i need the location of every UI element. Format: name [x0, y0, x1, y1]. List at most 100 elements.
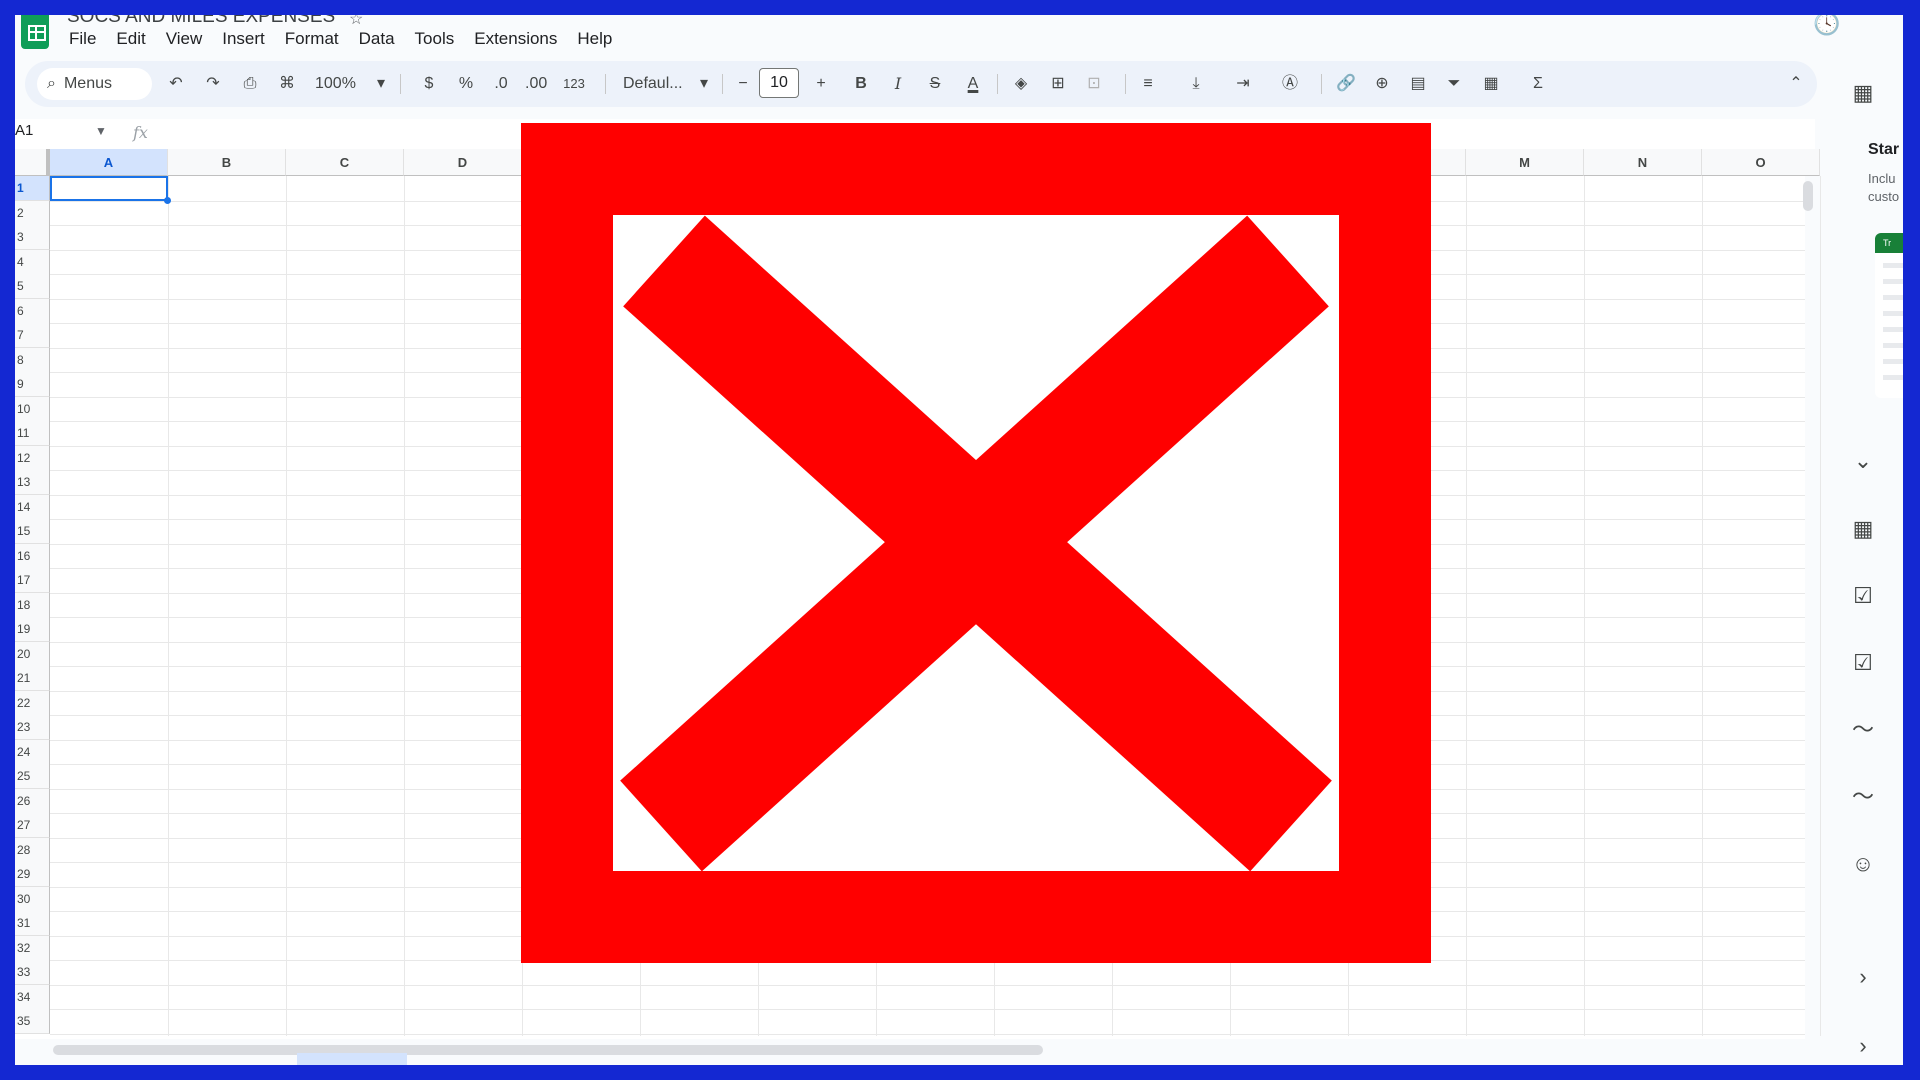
row-header-32[interactable]: 32: [15, 935, 50, 961]
checklist-icon[interactable]: ☑: [1849, 649, 1877, 677]
filter-icon[interactable]: ⏷: [1443, 71, 1465, 97]
row-header-19[interactable]: 19: [15, 617, 50, 642]
row-header-27[interactable]: 27: [15, 813, 50, 838]
menu-tools[interactable]: Tools: [405, 28, 465, 50]
row-header-23[interactable]: 23: [15, 715, 50, 740]
font-size-input[interactable]: 10: [759, 68, 799, 98]
vertical-scrollbar[interactable]: [1803, 181, 1813, 211]
menu-search[interactable]: ⌕ Menus: [37, 68, 152, 100]
row-header-16[interactable]: 16: [15, 543, 50, 569]
sheet-tab-indicator[interactable]: [297, 1053, 407, 1065]
trend-icon[interactable]: 〜: [1849, 783, 1877, 811]
document-title[interactable]: SOCS AND MILES EXPENSES: [67, 15, 335, 28]
row-header-3[interactable]: 3: [15, 225, 50, 250]
link-icon[interactable]: 🔗: [1335, 71, 1357, 97]
menu-edit[interactable]: Edit: [106, 28, 155, 50]
fill-color-icon[interactable]: ◈: [1010, 71, 1032, 97]
percent-button[interactable]: %: [455, 71, 477, 97]
undo-icon[interactable]: ↶: [165, 71, 187, 97]
menu-extensions[interactable]: Extensions: [464, 28, 567, 50]
font-select[interactable]: Defaul...: [623, 71, 683, 97]
row-header-7[interactable]: 7: [15, 323, 50, 348]
redo-icon[interactable]: ↷: [202, 71, 224, 97]
menu-data[interactable]: Data: [349, 28, 405, 50]
sheets-logo-icon[interactable]: [21, 15, 49, 49]
row-header-24[interactable]: 24: [15, 739, 50, 765]
increase-decimal-button[interactable]: .00: [525, 71, 547, 97]
menu-format[interactable]: Format: [275, 28, 349, 50]
zoom-select[interactable]: 100%: [315, 71, 356, 97]
align-left-icon[interactable]: ≡: [1137, 71, 1159, 97]
column-header-n[interactable]: N: [1584, 149, 1702, 176]
comment-add-icon[interactable]: ⊕: [1371, 71, 1393, 97]
row-header-12[interactable]: 12: [15, 445, 50, 471]
menu-view[interactable]: View: [156, 28, 213, 50]
column-header-b[interactable]: B: [168, 149, 286, 176]
horizontal-scrollbar[interactable]: [53, 1045, 1043, 1055]
row-header-29[interactable]: 29: [15, 862, 50, 887]
row-header-31[interactable]: 31: [15, 911, 50, 936]
menu-file[interactable]: File: [69, 28, 106, 50]
row-header-13[interactable]: 13: [15, 470, 50, 495]
select-all-corner[interactable]: [15, 149, 50, 176]
column-header-m[interactable]: M: [1466, 149, 1584, 176]
functions-button[interactable]: Σ: [1527, 71, 1549, 97]
history-icon[interactable]: 🕓: [1813, 15, 1841, 39]
column-header-a[interactable]: A: [50, 149, 168, 176]
chart-icon[interactable]: ▤: [1407, 71, 1429, 97]
row-header-21[interactable]: 21: [15, 666, 50, 691]
trend-icon[interactable]: 〜: [1849, 716, 1877, 744]
template-card[interactable]: Tr: [1875, 233, 1903, 398]
row-header-10[interactable]: 10: [15, 396, 50, 422]
star-icon[interactable]: ☆: [349, 15, 363, 29]
row-header-17[interactable]: 17: [15, 568, 50, 593]
strikethrough-button[interactable]: S: [924, 71, 946, 97]
selected-cell-a1[interactable]: [50, 176, 171, 204]
column-header-d[interactable]: D: [404, 149, 522, 176]
collapse-toolbar-icon[interactable]: ⌃: [1785, 71, 1807, 97]
menu-help[interactable]: Help: [567, 28, 622, 50]
decrease-decimal-button[interactable]: .0: [490, 71, 512, 97]
row-header-5[interactable]: 5: [15, 274, 50, 299]
row-header-25[interactable]: 25: [15, 764, 50, 789]
text-color-button[interactable]: A: [962, 71, 984, 97]
chevron-right-icon[interactable]: ›: [1849, 1032, 1877, 1060]
row-header-2[interactable]: 2: [15, 200, 50, 226]
chevron-right-icon[interactable]: ›: [1849, 963, 1877, 991]
italic-button[interactable]: I: [887, 71, 909, 97]
chevron-down-icon[interactable]: ▼: [95, 124, 107, 138]
row-header-8[interactable]: 8: [15, 347, 50, 373]
chevron-down-icon[interactable]: ▾: [370, 71, 392, 97]
person-icon[interactable]: ☺: [1849, 850, 1877, 878]
borders-icon[interactable]: ⊞: [1047, 71, 1069, 97]
row-header-26[interactable]: 26: [15, 788, 50, 814]
row-header-15[interactable]: 15: [15, 519, 50, 544]
row-header-4[interactable]: 4: [15, 249, 50, 275]
text-rotation-icon[interactable]: Ⓐ: [1279, 71, 1301, 97]
font-size-increase-button[interactable]: +: [810, 71, 832, 97]
row-header-22[interactable]: 22: [15, 690, 50, 716]
row-header-30[interactable]: 30: [15, 886, 50, 912]
row-header-18[interactable]: 18: [15, 592, 50, 618]
column-header-o[interactable]: O: [1702, 149, 1820, 176]
bold-button[interactable]: B: [850, 71, 872, 97]
row-header-35[interactable]: 35: [15, 1009, 50, 1034]
table-icon[interactable]: ▦: [1849, 79, 1877, 107]
print-icon[interactable]: ⎙: [239, 71, 261, 97]
row-header-6[interactable]: 6: [15, 298, 50, 324]
table-view-icon[interactable]: ▦: [1480, 71, 1502, 97]
name-box[interactable]: A1: [15, 122, 33, 139]
table-icon[interactable]: ▦: [1849, 515, 1877, 543]
merge-cells-icon[interactable]: ⊡: [1083, 71, 1105, 97]
number-format-button[interactable]: 123: [563, 71, 585, 97]
chevron-down-icon[interactable]: ⌄: [1849, 447, 1877, 475]
row-header-28[interactable]: 28: [15, 837, 50, 863]
vertical-align-icon[interactable]: ⤓: [1185, 71, 1207, 97]
row-header-11[interactable]: 11: [15, 421, 50, 446]
row-header-34[interactable]: 34: [15, 984, 50, 1010]
row-header-20[interactable]: 20: [15, 641, 50, 667]
paint-format-icon[interactable]: ⌘: [276, 71, 298, 97]
row-header-14[interactable]: 14: [15, 494, 50, 520]
checklist-icon[interactable]: ☑: [1849, 582, 1877, 610]
menu-insert[interactable]: Insert: [212, 28, 275, 50]
